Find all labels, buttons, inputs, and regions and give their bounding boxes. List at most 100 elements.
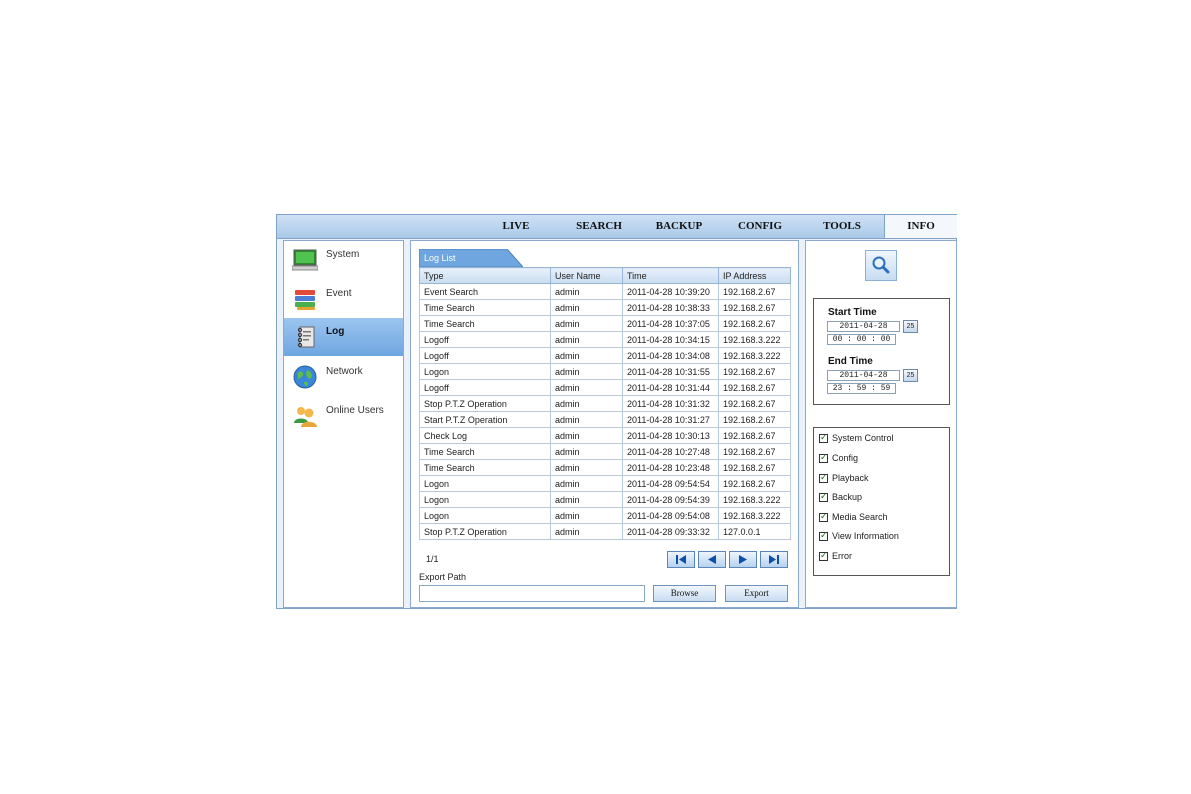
sidebar-item-label: Event bbox=[326, 288, 352, 299]
start-time-input[interactable]: 00 : 00 : 00 bbox=[827, 334, 896, 345]
cell-time: 2011-04-28 10:38:33 bbox=[622, 299, 719, 316]
column-header-time[interactable]: Time bbox=[622, 267, 719, 284]
cell-user-name: admin bbox=[550, 379, 623, 396]
checkbox[interactable]: ✓ bbox=[819, 530, 828, 541]
previous-page-icon bbox=[708, 555, 716, 564]
nav-tab-live[interactable]: LIVE bbox=[481, 215, 551, 238]
last-page-button[interactable] bbox=[760, 551, 788, 568]
checkbox[interactable]: ✓ bbox=[819, 472, 828, 483]
cell-time: 2011-04-28 10:34:08 bbox=[622, 347, 719, 364]
cell-type: Time Search bbox=[419, 459, 551, 476]
table-row[interactable]: Logoff admin 2011-04-28 10:34:08 192.168.3.… bbox=[419, 347, 791, 364]
table-row[interactable]: Time Search admin 2011-04-28 10:37:05 192.1… bbox=[419, 315, 791, 332]
sidebar-item-event[interactable]: Event bbox=[284, 280, 403, 318]
start-calendar-button[interactable]: 25 bbox=[903, 320, 918, 333]
filter-label: Media Search bbox=[832, 512, 888, 522]
table-row[interactable]: Logoff admin 2011-04-28 10:34:15 192.168.3.… bbox=[419, 331, 791, 348]
notebook-icon bbox=[297, 326, 315, 348]
log-table: Type User Name Time IP Address Event Sea… bbox=[419, 267, 791, 540]
check-mark-icon: ✓ bbox=[820, 511, 828, 521]
cell-ip-address: 192.168.2.67 bbox=[718, 411, 791, 428]
cell-type: Stop P.T.Z Operation bbox=[419, 395, 551, 412]
cell-user-name: admin bbox=[550, 347, 623, 364]
table-row[interactable]: Logon admin 2011-04-28 09:54:54 192.168.2.6… bbox=[419, 475, 791, 492]
sidebar-item-log[interactable]: Log bbox=[284, 318, 403, 356]
column-header-ip-address[interactable]: IP Address bbox=[718, 267, 791, 284]
cell-type: Logon bbox=[419, 475, 551, 492]
export-button[interactable]: Export bbox=[725, 585, 788, 602]
nav-tab-tools[interactable]: TOOLS bbox=[805, 215, 879, 238]
cell-ip-address: 192.168.2.67 bbox=[718, 299, 791, 316]
cell-ip-address: 127.0.0.1 bbox=[718, 523, 791, 540]
tab-log-list-label: Log List bbox=[424, 253, 456, 263]
checkbox[interactable]: ✓ bbox=[819, 550, 828, 561]
log-table-body: Event Search admin 2011-04-28 10:39:20 192.… bbox=[419, 283, 791, 540]
table-row[interactable]: Time Search admin 2011-04-28 10:27:48 192.1… bbox=[419, 443, 791, 460]
cell-type: Time Search bbox=[419, 315, 551, 332]
nav-tab-info[interactable]: INFO bbox=[884, 215, 957, 238]
browse-button[interactable]: Browse bbox=[653, 585, 716, 602]
filter-panel: Start Time 2011-04-28 25 00 : 00 : 00 En… bbox=[805, 240, 957, 608]
column-header-type[interactable]: Type bbox=[419, 267, 551, 284]
monitor-icon bbox=[292, 249, 318, 271]
table-row[interactable]: Logon admin 2011-04-28 10:31:55 192.168.2.6… bbox=[419, 363, 791, 380]
checkbox[interactable]: ✓ bbox=[819, 491, 828, 502]
table-row[interactable]: Logoff admin 2011-04-28 10:31:44 192.168.2.… bbox=[419, 379, 791, 396]
start-date-input[interactable]: 2011-04-28 bbox=[827, 321, 900, 332]
cell-time: 2011-04-28 10:31:55 bbox=[622, 363, 719, 380]
sidebar-item-online-users[interactable]: Online Users bbox=[284, 397, 403, 435]
time-range-box: Start Time 2011-04-28 25 00 : 00 : 00 En… bbox=[813, 298, 950, 405]
cell-type: Logoff bbox=[419, 331, 551, 348]
cell-time: 2011-04-28 10:30:13 bbox=[622, 427, 719, 444]
nav-tab-search[interactable]: SEARCH bbox=[561, 215, 637, 238]
users-icon bbox=[294, 407, 317, 427]
sidebar-item-network[interactable]: Network bbox=[284, 358, 403, 396]
cell-type: Start P.T.Z Operation bbox=[419, 411, 551, 428]
checkbox[interactable]: ✓ bbox=[819, 511, 828, 522]
next-page-button[interactable] bbox=[729, 551, 757, 568]
column-header-user-name[interactable]: User Name bbox=[550, 267, 623, 284]
cell-type: Time Search bbox=[419, 443, 551, 460]
export-path-input[interactable] bbox=[419, 585, 645, 602]
nav-tab-config[interactable]: CONFIG bbox=[723, 215, 797, 238]
tab-log-list[interactable]: Log List bbox=[419, 249, 523, 267]
calendar-icon: 25 bbox=[906, 323, 915, 330]
sidebar-item-label: Online Users bbox=[326, 405, 384, 416]
end-time-input[interactable]: 23 : 59 : 59 bbox=[827, 383, 896, 394]
table-row[interactable]: Start P.T.Z Operation admin 2011-04-28 10:… bbox=[419, 411, 791, 428]
end-time-label: End Time bbox=[828, 356, 873, 367]
previous-page-button[interactable] bbox=[698, 551, 726, 568]
nav-tab-backup[interactable]: BACKUP bbox=[643, 215, 715, 238]
sidebar-item-system[interactable]: System bbox=[284, 241, 403, 279]
table-row[interactable]: Time Search admin 2011-04-28 10:23:48 192.1… bbox=[419, 459, 791, 476]
cell-ip-address: 192.168.3.222 bbox=[718, 507, 791, 524]
sidebar-item-label: System bbox=[326, 249, 360, 260]
end-date-input[interactable]: 2011-04-28 bbox=[827, 370, 900, 381]
table-row[interactable]: Stop P.T.Z Operation admin 2011-04-28 09:3… bbox=[419, 523, 791, 540]
table-row[interactable]: Stop P.T.Z Operation admin 2011-04-28 10:3… bbox=[419, 395, 791, 412]
cell-type: Logon bbox=[419, 363, 551, 380]
cell-user-name: admin bbox=[550, 395, 623, 412]
cell-type: Logoff bbox=[419, 379, 551, 396]
cell-ip-address: 192.168.2.67 bbox=[718, 459, 791, 476]
checkbox[interactable]: ✓ bbox=[819, 432, 828, 443]
cell-user-name: admin bbox=[550, 299, 623, 316]
table-row[interactable]: Logon admin 2011-04-28 09:54:08 192.168.3.2… bbox=[419, 507, 791, 524]
magnifier-icon bbox=[872, 256, 890, 274]
cell-ip-address: 192.168.2.67 bbox=[718, 363, 791, 380]
table-row[interactable]: Logon admin 2011-04-28 09:54:39 192.168.3.2… bbox=[419, 491, 791, 508]
filter-label: Backup bbox=[832, 492, 863, 502]
table-row[interactable]: Event Search admin 2011-04-28 10:39:20 192.… bbox=[419, 283, 791, 300]
cell-type: Logon bbox=[419, 491, 551, 508]
cell-time: 2011-04-28 10:39:20 bbox=[622, 283, 719, 300]
calendar-icon: 25 bbox=[906, 372, 915, 379]
checkbox[interactable]: ✓ bbox=[819, 452, 828, 463]
cell-user-name: admin bbox=[550, 427, 623, 444]
search-button[interactable] bbox=[865, 250, 897, 281]
first-page-button[interactable] bbox=[667, 551, 695, 568]
table-row[interactable]: Check Log admin 2011-04-28 10:30:13 192.168… bbox=[419, 427, 791, 444]
end-calendar-button[interactable]: 25 bbox=[903, 369, 918, 382]
cell-time: 2011-04-28 09:33:32 bbox=[622, 523, 719, 540]
table-row[interactable]: Time Search admin 2011-04-28 10:38:33 192.1… bbox=[419, 299, 791, 316]
cell-type: Check Log bbox=[419, 427, 551, 444]
